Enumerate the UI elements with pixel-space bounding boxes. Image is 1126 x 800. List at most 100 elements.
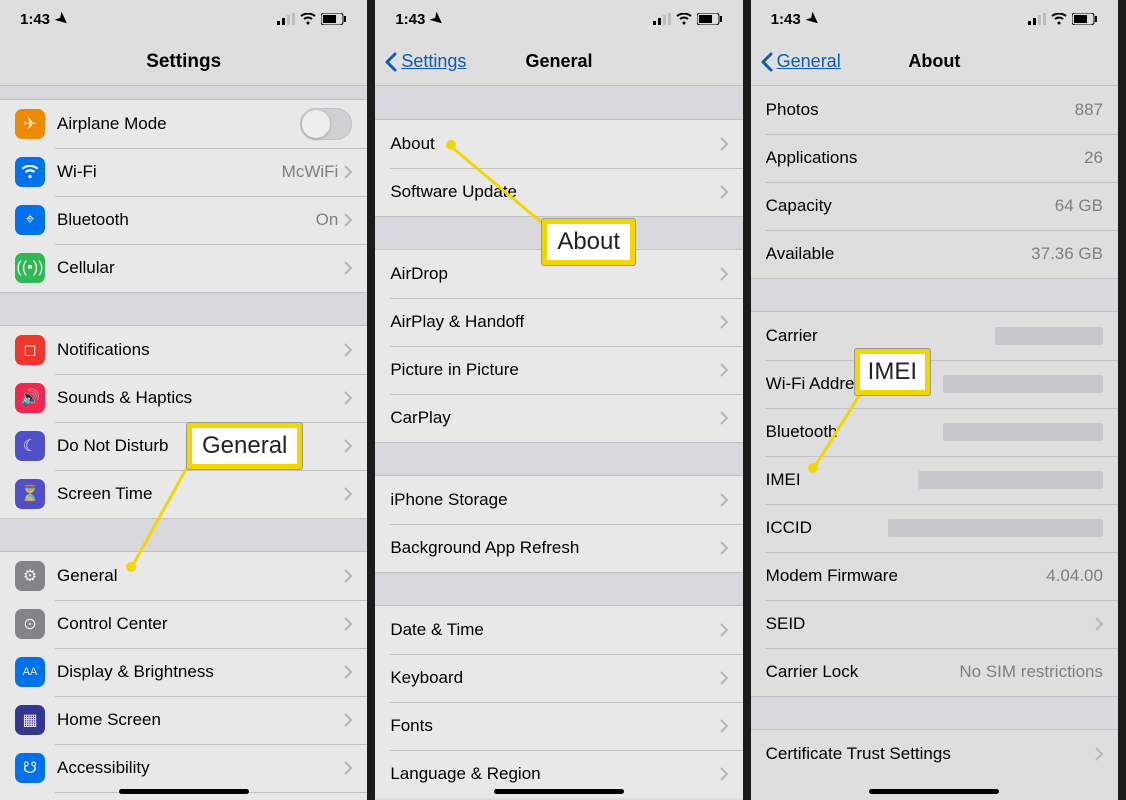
display-icon: AA <box>15 657 45 687</box>
row-storage[interactable]: iPhone Storage <box>375 476 742 524</box>
row-capacity: Capacity 64 GB <box>751 182 1118 230</box>
chevron-icon <box>720 185 728 199</box>
settings-screen: 1:43➤ Settings ✈ Airplane Mode Wi-Fi McW… <box>0 0 375 800</box>
screentime-icon: ⏳ <box>15 479 45 509</box>
chevron-icon <box>720 767 728 781</box>
airplane-toggle[interactable] <box>300 108 352 140</box>
row-photos: Photos 887 <box>751 86 1118 134</box>
home-indicator[interactable] <box>869 789 999 794</box>
chevron-icon <box>344 569 352 583</box>
row-wifi[interactable]: Wi-Fi McWiFi <box>0 148 367 196</box>
chevron-icon <box>344 713 352 727</box>
redacted-value <box>943 423 1103 441</box>
row-apps: Applications 26 <box>751 134 1118 182</box>
chevron-icon <box>720 671 728 685</box>
clock: 1:43 <box>771 11 801 28</box>
row-control[interactable]: ⊙ Control Center <box>0 600 367 648</box>
row-pip[interactable]: Picture in Picture <box>375 346 742 394</box>
nav-bar: General About <box>751 38 1118 86</box>
row-carrier-lock: Carrier Lock No SIM restrictions <box>751 648 1118 696</box>
redacted-value <box>888 519 1103 537</box>
chevron-icon <box>1095 617 1103 631</box>
home-indicator[interactable] <box>494 789 624 794</box>
wifi-icon <box>300 13 316 25</box>
general-screen: 1:43➤ Settings General About Software Up… <box>375 0 750 800</box>
back-button[interactable]: General <box>751 51 841 72</box>
row-general[interactable]: ⚙ General <box>0 552 367 600</box>
location-icon: ➤ <box>52 8 73 30</box>
location-icon: ➤ <box>802 8 823 30</box>
status-bar: 1:43➤ <box>0 0 367 38</box>
row-carplay[interactable]: CarPlay <box>375 394 742 442</box>
row-keyboard[interactable]: Keyboard <box>375 654 742 702</box>
callout-about: About <box>542 219 635 265</box>
dnd-icon: ☾ <box>15 431 45 461</box>
row-modem: Modem Firmware 4.04.00 <box>751 552 1118 600</box>
row-bluetooth[interactable]: ⌖ Bluetooth On <box>0 196 367 244</box>
chevron-icon <box>720 493 728 507</box>
chevron-icon <box>720 363 728 377</box>
gear-icon: ⚙ <box>15 561 45 591</box>
row-screentime[interactable]: ⏳ Screen Time <box>0 470 367 518</box>
notifications-icon: ◻ <box>15 335 45 365</box>
chevron-icon <box>720 315 728 329</box>
row-notifications[interactable]: ◻ Notifications <box>0 326 367 374</box>
chevron-icon <box>344 487 352 501</box>
control-icon: ⊙ <box>15 609 45 639</box>
page-title: Settings <box>0 51 367 73</box>
sounds-icon: 🔊 <box>15 383 45 413</box>
row-iccid: ICCID <box>751 504 1118 552</box>
row-seid[interactable]: SEID <box>751 600 1118 648</box>
chevron-icon <box>1095 747 1103 761</box>
chevron-icon <box>720 623 728 637</box>
redacted-value <box>943 375 1103 393</box>
status-bar: 1:43➤ <box>751 0 1118 38</box>
row-about[interactable]: About <box>375 120 742 168</box>
row-carrier: Carrier <box>751 312 1118 360</box>
signal-icon <box>1028 13 1046 25</box>
redacted-value <box>995 327 1103 345</box>
chevron-icon <box>344 391 352 405</box>
row-bluetooth: Bluetooth <box>751 408 1118 456</box>
cellular-icon: ((•)) <box>15 253 45 283</box>
row-wifi-addr: Wi-Fi Address <box>751 360 1118 408</box>
row-fonts[interactable]: Fonts <box>375 702 742 750</box>
row-airplane[interactable]: ✈ Airplane Mode <box>0 100 367 148</box>
row-cert[interactable]: Certificate Trust Settings <box>751 730 1118 778</box>
row-sounds[interactable]: 🔊 Sounds & Haptics <box>0 374 367 422</box>
callout-general: General <box>187 423 302 469</box>
wifi-row-icon <box>15 157 45 187</box>
chevron-icon <box>720 719 728 733</box>
row-software[interactable]: Software Update <box>375 168 742 216</box>
row-access[interactable]: ☋ Accessibility <box>0 744 367 792</box>
chevron-icon <box>344 665 352 679</box>
back-button[interactable]: Settings <box>375 51 466 72</box>
row-dnd[interactable]: ☾ Do Not Disturb <box>0 422 367 470</box>
location-icon: ➤ <box>427 8 448 30</box>
row-bgapp[interactable]: Background App Refresh <box>375 524 742 572</box>
wifi-icon <box>676 13 692 25</box>
chevron-icon <box>344 343 352 357</box>
row-datetime[interactable]: Date & Time <box>375 606 742 654</box>
row-home[interactable]: ▦ Home Screen <box>0 696 367 744</box>
bluetooth-icon: ⌖ <box>15 205 45 235</box>
chevron-icon <box>344 213 352 227</box>
home-indicator[interactable] <box>119 789 249 794</box>
clock: 1:43 <box>20 11 50 28</box>
chevron-icon <box>720 137 728 151</box>
status-bar: 1:43➤ <box>375 0 742 38</box>
about-screen: 1:43➤ General About Photos 887 Applicati… <box>751 0 1126 800</box>
row-airplay[interactable]: AirPlay & Handoff <box>375 298 742 346</box>
nav-bar: Settings <box>0 38 367 86</box>
row-cellular[interactable]: ((•)) Cellular <box>0 244 367 292</box>
row-display[interactable]: AA Display & Brightness <box>0 648 367 696</box>
battery-icon <box>1072 13 1098 25</box>
row-imei: IMEI <box>751 456 1118 504</box>
row-available: Available 37.36 GB <box>751 230 1118 278</box>
signal-icon <box>277 13 295 25</box>
airplane-icon: ✈ <box>15 109 45 139</box>
signal-icon <box>653 13 671 25</box>
wifi-icon <box>1051 13 1067 25</box>
home-icon: ▦ <box>15 705 45 735</box>
access-icon: ☋ <box>15 753 45 783</box>
